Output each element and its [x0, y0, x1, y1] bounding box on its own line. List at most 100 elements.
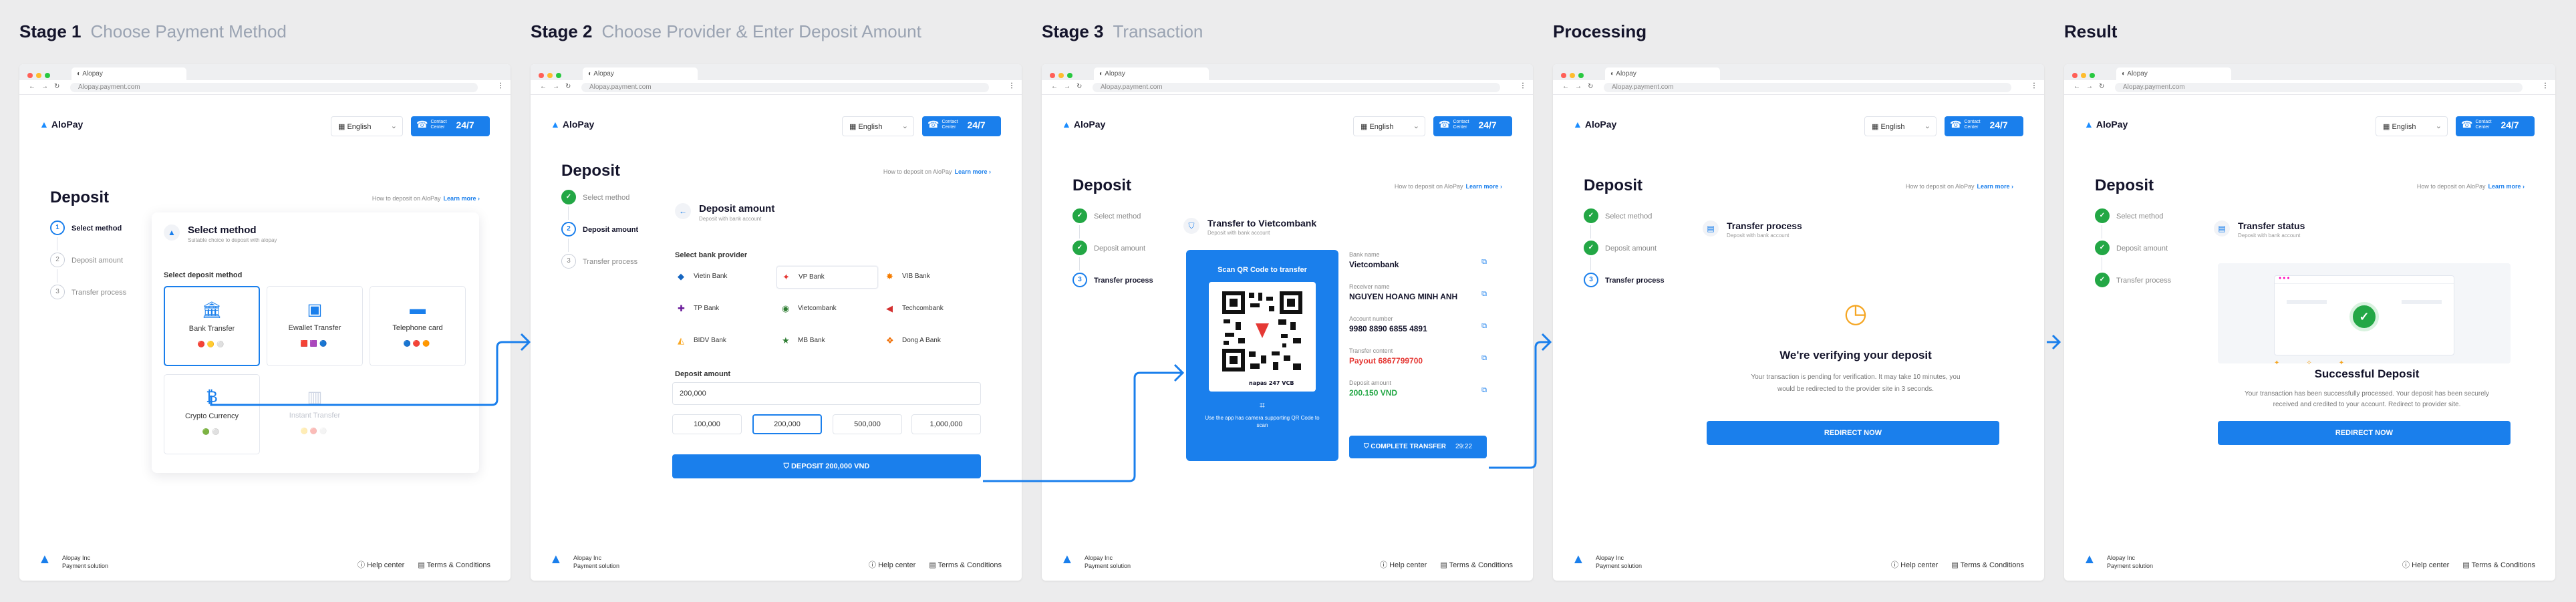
headset-icon: ☎ [1439, 119, 1451, 130]
stage-result: Result ◐ Alopay ←→↻ Alopay.payment.com ⋮ ▲… [2064, 0, 2555, 602]
browser-tab[interactable]: ◐ Alopay [583, 67, 698, 80]
more-icon[interactable]: ⋮ [2542, 82, 2549, 90]
bank-option[interactable]: ◭ BIDV Bank [672, 330, 774, 353]
redirect-button[interactable]: REDIRECT NOW [2218, 421, 2511, 445]
shield-icon: ⛉ [1363, 443, 1371, 450]
browser-tab[interactable]: ◐ Alopay [1605, 67, 1720, 80]
url-bar[interactable]: Alopay.payment.com [1093, 83, 1500, 92]
clock-icon: ◷ [1844, 299, 1868, 328]
footer-logo-icon: ▲ [1572, 552, 1585, 567]
status-card: ▤ Transfer status Deposit with bank accoun… [2210, 207, 2524, 468]
stage-title: Result [2064, 21, 2118, 41]
url-bar[interactable]: Alopay.payment.com [1604, 83, 2011, 92]
bank-option[interactable]: ◆ Vietin Bank [672, 266, 774, 289]
footer-logo-icon: ▲ [38, 552, 51, 567]
method-crypto[interactable]: ₿ Crypto Currency 🟢⚪ [164, 374, 260, 454]
nav-arrows-icon[interactable]: ←→↻ [540, 83, 577, 90]
quick-amount[interactable]: 500,000 [833, 414, 902, 434]
bank-option[interactable]: ❖ Dong A Bank [881, 330, 982, 353]
bank-option[interactable]: ◀ Techcombank [881, 298, 982, 321]
method-ewallet[interactable]: ▣ Ewallet Transfer 🟥🟪🔵 [267, 286, 363, 366]
footer: ▲ Alopay Inc Payment solution ⓘ Help cente… [38, 552, 490, 569]
how-to-link[interactable]: How to deposit on AloPay Learn more › [372, 195, 480, 202]
url-bar[interactable]: Alopay.payment.com [581, 83, 989, 92]
stage-2: Stage 2 Choose Provider & Enter Deposit A… [531, 0, 1022, 602]
document-icon: ▤ [1703, 220, 1719, 237]
how-to-link[interactable]: How to deposit on AloPay Learn more › [1906, 183, 2013, 190]
headset-icon: ☎ [2461, 119, 2473, 130]
deposit-button[interactable]: ⛉ DEPOSIT 200,000 VND [672, 454, 981, 478]
quick-amount[interactable]: 200,000 [752, 414, 822, 434]
how-to-link[interactable]: How to deposit on AloPay Learn more › [2417, 183, 2525, 190]
copy-icon[interactable]: ⧉ [1481, 386, 1487, 395]
help-center-link[interactable]: ⓘ Help center [1891, 561, 1938, 569]
complete-transfer-button[interactable]: ⛉ COMPLETE TRANSFER 29:22 [1349, 436, 1487, 458]
help-center-link[interactable]: ⓘ Help center [2402, 561, 2449, 569]
help-center-link[interactable]: ⓘ Help center [357, 561, 404, 569]
how-to-link[interactable]: How to deposit on AloPay Learn more › [883, 168, 991, 175]
logo-icon: ▲ [1573, 119, 1582, 130]
contact-button[interactable]: ☎ Contact Center 24/7 [1945, 116, 2023, 136]
method-bank-transfer[interactable]: 🏛 Bank Transfer 🔴🟡⚪ [164, 286, 260, 366]
amount-input[interactable]: 200,000 [672, 382, 981, 405]
copy-icon[interactable]: ⧉ [1481, 322, 1487, 331]
process-card: ▤ Transfer process Deposit with bank accou… [1699, 207, 2013, 468]
redirect-button[interactable]: REDIRECT NOW [1707, 421, 1999, 445]
more-icon[interactable]: ⋮ [1008, 82, 1015, 90]
nav-arrows-icon[interactable]: ←→↻ [1051, 83, 1088, 90]
contact-button[interactable]: ☎ Contact Center 24/7 [411, 116, 490, 136]
flag-icon: ▦ [338, 123, 347, 131]
stepper: ✓ Select method ✓ Deposit amount ✓ Transfer… [2095, 208, 2171, 305]
terms-link[interactable]: ▤ Terms & Conditions [929, 561, 1002, 569]
bank-option[interactable]: ◉ Vietcombank [776, 298, 878, 321]
method-telephone-card[interactable]: ▬ Telephone card 🔵🔴🟠 [370, 286, 466, 366]
logo: ▲ AloPay [551, 119, 595, 130]
more-icon[interactable]: ⋮ [497, 82, 504, 90]
language-select[interactable]: ▦ English ⌄ [2376, 116, 2448, 136]
browser-window: ◐ Alopay ←→↻ Alopay.payment.com ⋮ ▲ AloPay … [1042, 64, 1533, 581]
more-icon[interactable]: ⋮ [1520, 82, 1526, 90]
nav-arrows-icon[interactable]: ←→↻ [29, 83, 65, 90]
arrowhead-3-4 [1541, 333, 1552, 351]
url-bar[interactable]: Alopay.payment.com [70, 83, 478, 92]
stage-processing: Processing ◐ Alopay ←→↻ Alopay.payment.co… [1553, 0, 2044, 602]
terms-link[interactable]: ▤ Terms & Conditions [1440, 561, 1513, 569]
terms-link[interactable]: ▤ Terms & Conditions [2462, 561, 2535, 569]
qr-code[interactable]: napas 247 VCB [1209, 282, 1316, 392]
language-select[interactable]: ▦ English ⌄ [1864, 116, 1937, 136]
browser-window: ◐ Alopay ←→↻ Alopay.payment.com ⋮ ▲ AloPay … [19, 64, 511, 581]
bank-option[interactable]: ✚ TP Bank [672, 298, 774, 321]
nav-arrows-icon[interactable]: ←→↻ [2073, 83, 2110, 90]
terms-link[interactable]: ▤ Terms & Conditions [418, 561, 490, 569]
bank-option[interactable]: ✦ VP Bank [776, 266, 878, 289]
footer-logo-icon: ▲ [1060, 552, 1074, 567]
url-bar[interactable]: Alopay.payment.com [2115, 83, 2523, 92]
footer: ▲ Alopay Inc Payment solution ⓘ Help cente… [2083, 552, 2535, 569]
nav-arrows-icon[interactable]: ←→↻ [1562, 83, 1599, 90]
browser-window: ◐ Alopay ←→↻ Alopay.payment.com ⋮ ▲ AloPay … [1553, 64, 2044, 581]
language-select[interactable]: ▦ English ⌄ [331, 116, 403, 136]
quick-amount[interactable]: 100,000 [672, 414, 742, 434]
browser-tab[interactable]: ◐ Alopay [2116, 67, 2231, 80]
contact-button[interactable]: ☎ Contact Center 24/7 [922, 116, 1001, 136]
terms-link[interactable]: ▤ Terms & Conditions [1951, 561, 2024, 569]
quick-amount[interactable]: 1,000,000 [911, 414, 981, 434]
help-center-link[interactable]: ⓘ Help center [869, 561, 915, 569]
bank-option[interactable]: ★ MB Bank [776, 330, 878, 353]
copy-icon[interactable]: ⧉ [1481, 290, 1487, 299]
bank-option[interactable]: ✸ VIB Bank [881, 266, 982, 289]
contact-button[interactable]: ☎ Contact Center 24/7 [2456, 116, 2535, 136]
how-to-link[interactable]: How to deposit on AloPay Learn more › [1395, 183, 1502, 190]
help-center-link[interactable]: ⓘ Help center [1380, 561, 1427, 569]
language-select[interactable]: ▦ English ⌄ [842, 116, 914, 136]
back-icon[interactable]: ← [675, 203, 691, 219]
browser-tab[interactable]: ◐ Alopay [1094, 67, 1209, 80]
chevron-down-icon: ⌄ [1413, 122, 1419, 130]
contact-button[interactable]: ☎ Contact Center 24/7 [1433, 116, 1512, 136]
more-icon[interactable]: ⋮ [2031, 82, 2037, 90]
success-illustration: ● ● ● ✓ [2218, 263, 2511, 363]
copy-icon[interactable]: ⧉ [1481, 258, 1487, 267]
browser-tab[interactable]: ◐ Alopay [71, 67, 186, 80]
copy-icon[interactable]: ⧉ [1481, 354, 1487, 363]
language-select[interactable]: ▦ English ⌄ [1353, 116, 1425, 136]
